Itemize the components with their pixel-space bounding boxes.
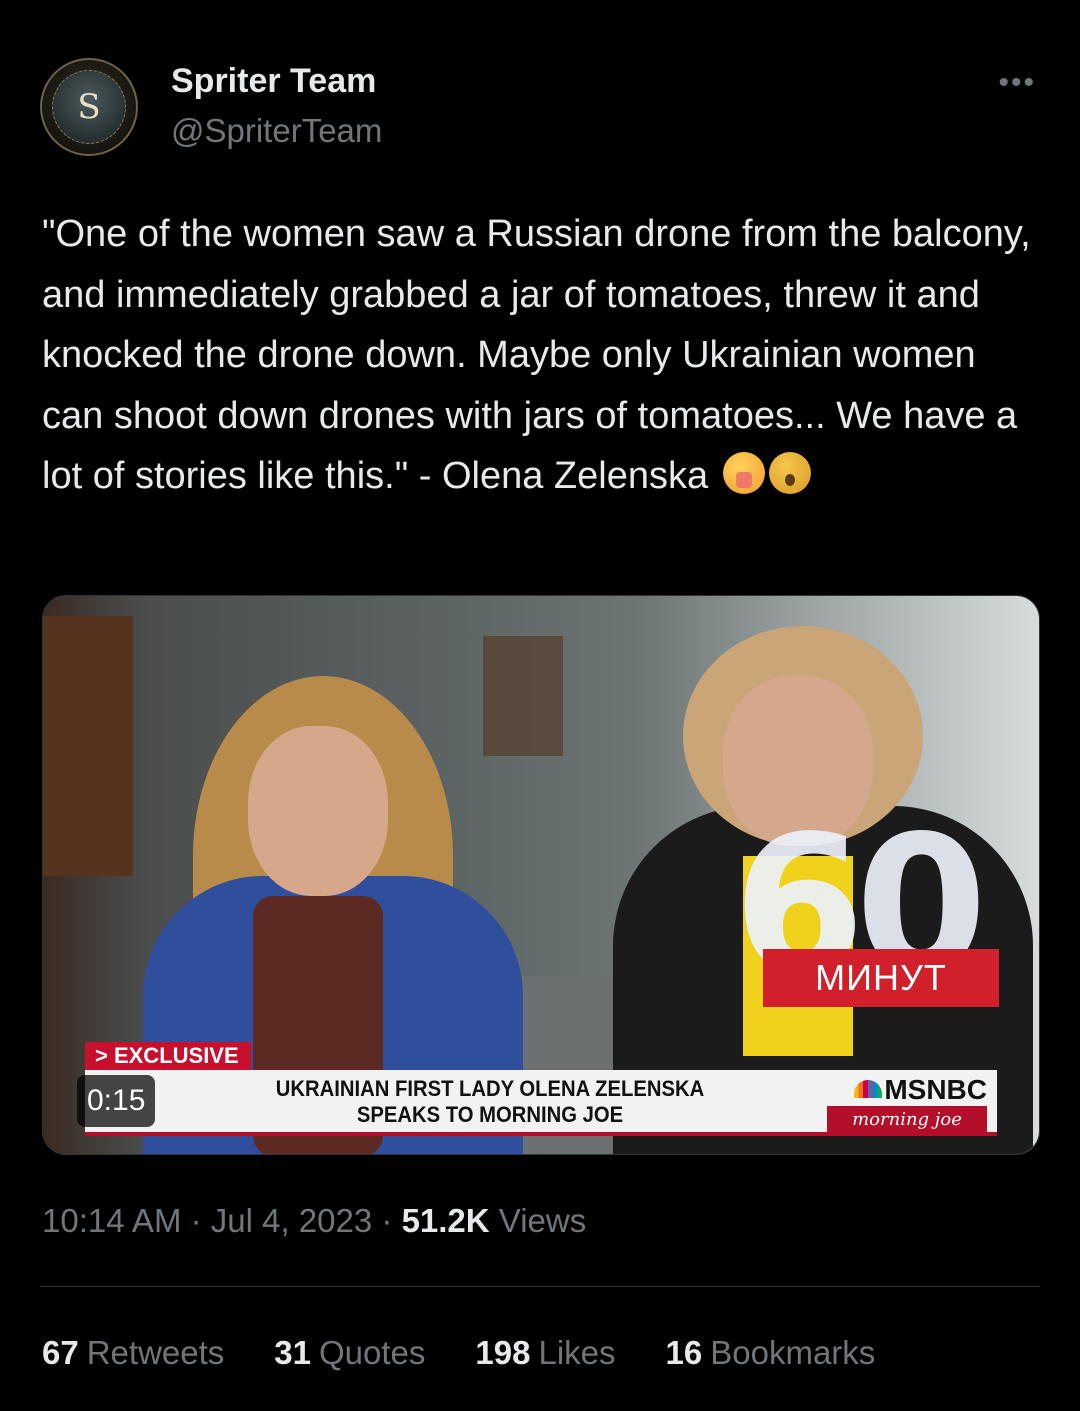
tweet-text: "One of the women saw a Russian drone fr… bbox=[42, 204, 1032, 507]
news-lower-third: UKRAINIAN FIRST LADY OLENA ZELENSKA SPEA… bbox=[85, 1070, 997, 1136]
avatar-letter: S bbox=[77, 87, 101, 127]
bookshelf bbox=[43, 616, 133, 876]
news-headline: UKRAINIAN FIRST LADY OLENA ZELENSKA SPEA… bbox=[246, 1076, 734, 1128]
wall-shelf bbox=[483, 636, 563, 756]
likes-count: 198 bbox=[475, 1334, 531, 1371]
headline-line-1: UKRAINIAN FIRST LADY OLENA ZELENSKA bbox=[275, 1076, 705, 1101]
msnbc-logo: MSNBC bbox=[854, 1074, 987, 1106]
bookmarks-count: 16 bbox=[665, 1334, 703, 1371]
sixty-minutes-label: МИНУТ bbox=[763, 949, 999, 1007]
retweets-count: 67 bbox=[42, 1334, 79, 1371]
author-avatar[interactable]: S bbox=[40, 58, 138, 156]
author-handle[interactable]: @SpriterTeam bbox=[171, 112, 382, 150]
more-options-icon[interactable]: ••• bbox=[998, 66, 1036, 100]
headline-line-2: SPEAKS TO MORNING JOE bbox=[356, 1102, 624, 1127]
likes-label: Likes bbox=[538, 1334, 616, 1371]
divider bbox=[40, 1286, 1040, 1287]
bookmarks-label: Bookmarks bbox=[710, 1334, 876, 1371]
quotes-count: 31 bbox=[274, 1334, 311, 1371]
views-count: 51.2K bbox=[401, 1202, 490, 1239]
tweet-header: S Spriter Team @SpriterTeam ••• bbox=[40, 58, 1040, 158]
bookmarks-stat[interactable]: 16 Bookmarks bbox=[666, 1334, 876, 1372]
retweets-label: Retweets bbox=[86, 1334, 225, 1371]
tweet-body: "One of the women saw a Russian drone fr… bbox=[42, 213, 1042, 497]
views-label: Views bbox=[498, 1202, 587, 1239]
retweets-stat[interactable]: 67 Retweets bbox=[42, 1334, 224, 1372]
tweet-metadata: 10:14 AM · Jul 4, 2023 · 51.2K Views bbox=[42, 1202, 586, 1240]
author-name[interactable]: Spriter Team bbox=[171, 62, 376, 101]
show-name: morning joe bbox=[827, 1106, 987, 1132]
tweet-time[interactable]: 10:14 AM bbox=[42, 1202, 181, 1239]
exclusive-tag: > EXCLUSIVE bbox=[85, 1042, 251, 1070]
face-with-hand-over-mouth-icon bbox=[722, 452, 765, 494]
quotes-stat[interactable]: 31 Quotes bbox=[274, 1334, 425, 1372]
engagement-stats: 67 Retweets 31 Quotes 198 Likes 16 Bookmarks bbox=[42, 1334, 925, 1372]
avatar-emblem: S bbox=[52, 70, 126, 144]
video-duration-badge: 0:15 bbox=[77, 1075, 156, 1127]
video-player[interactable]: 60 МИНУТ > EXCLUSIVE UKRAINIAN FIRST LAD… bbox=[42, 595, 1040, 1155]
tweet-date[interactable]: Jul 4, 2023 bbox=[211, 1202, 372, 1239]
separator-dot: · bbox=[372, 1202, 402, 1239]
network-branding: MSNBC morning joe bbox=[827, 1074, 987, 1132]
peacock-icon bbox=[854, 1080, 883, 1098]
network-name: MSNBC bbox=[884, 1074, 987, 1105]
likes-stat[interactable]: 198 Likes bbox=[475, 1334, 615, 1372]
person-left-face bbox=[248, 726, 388, 896]
quotes-label: Quotes bbox=[319, 1334, 426, 1371]
shaking-face-icon bbox=[768, 452, 811, 494]
separator-dot: · bbox=[181, 1202, 211, 1239]
